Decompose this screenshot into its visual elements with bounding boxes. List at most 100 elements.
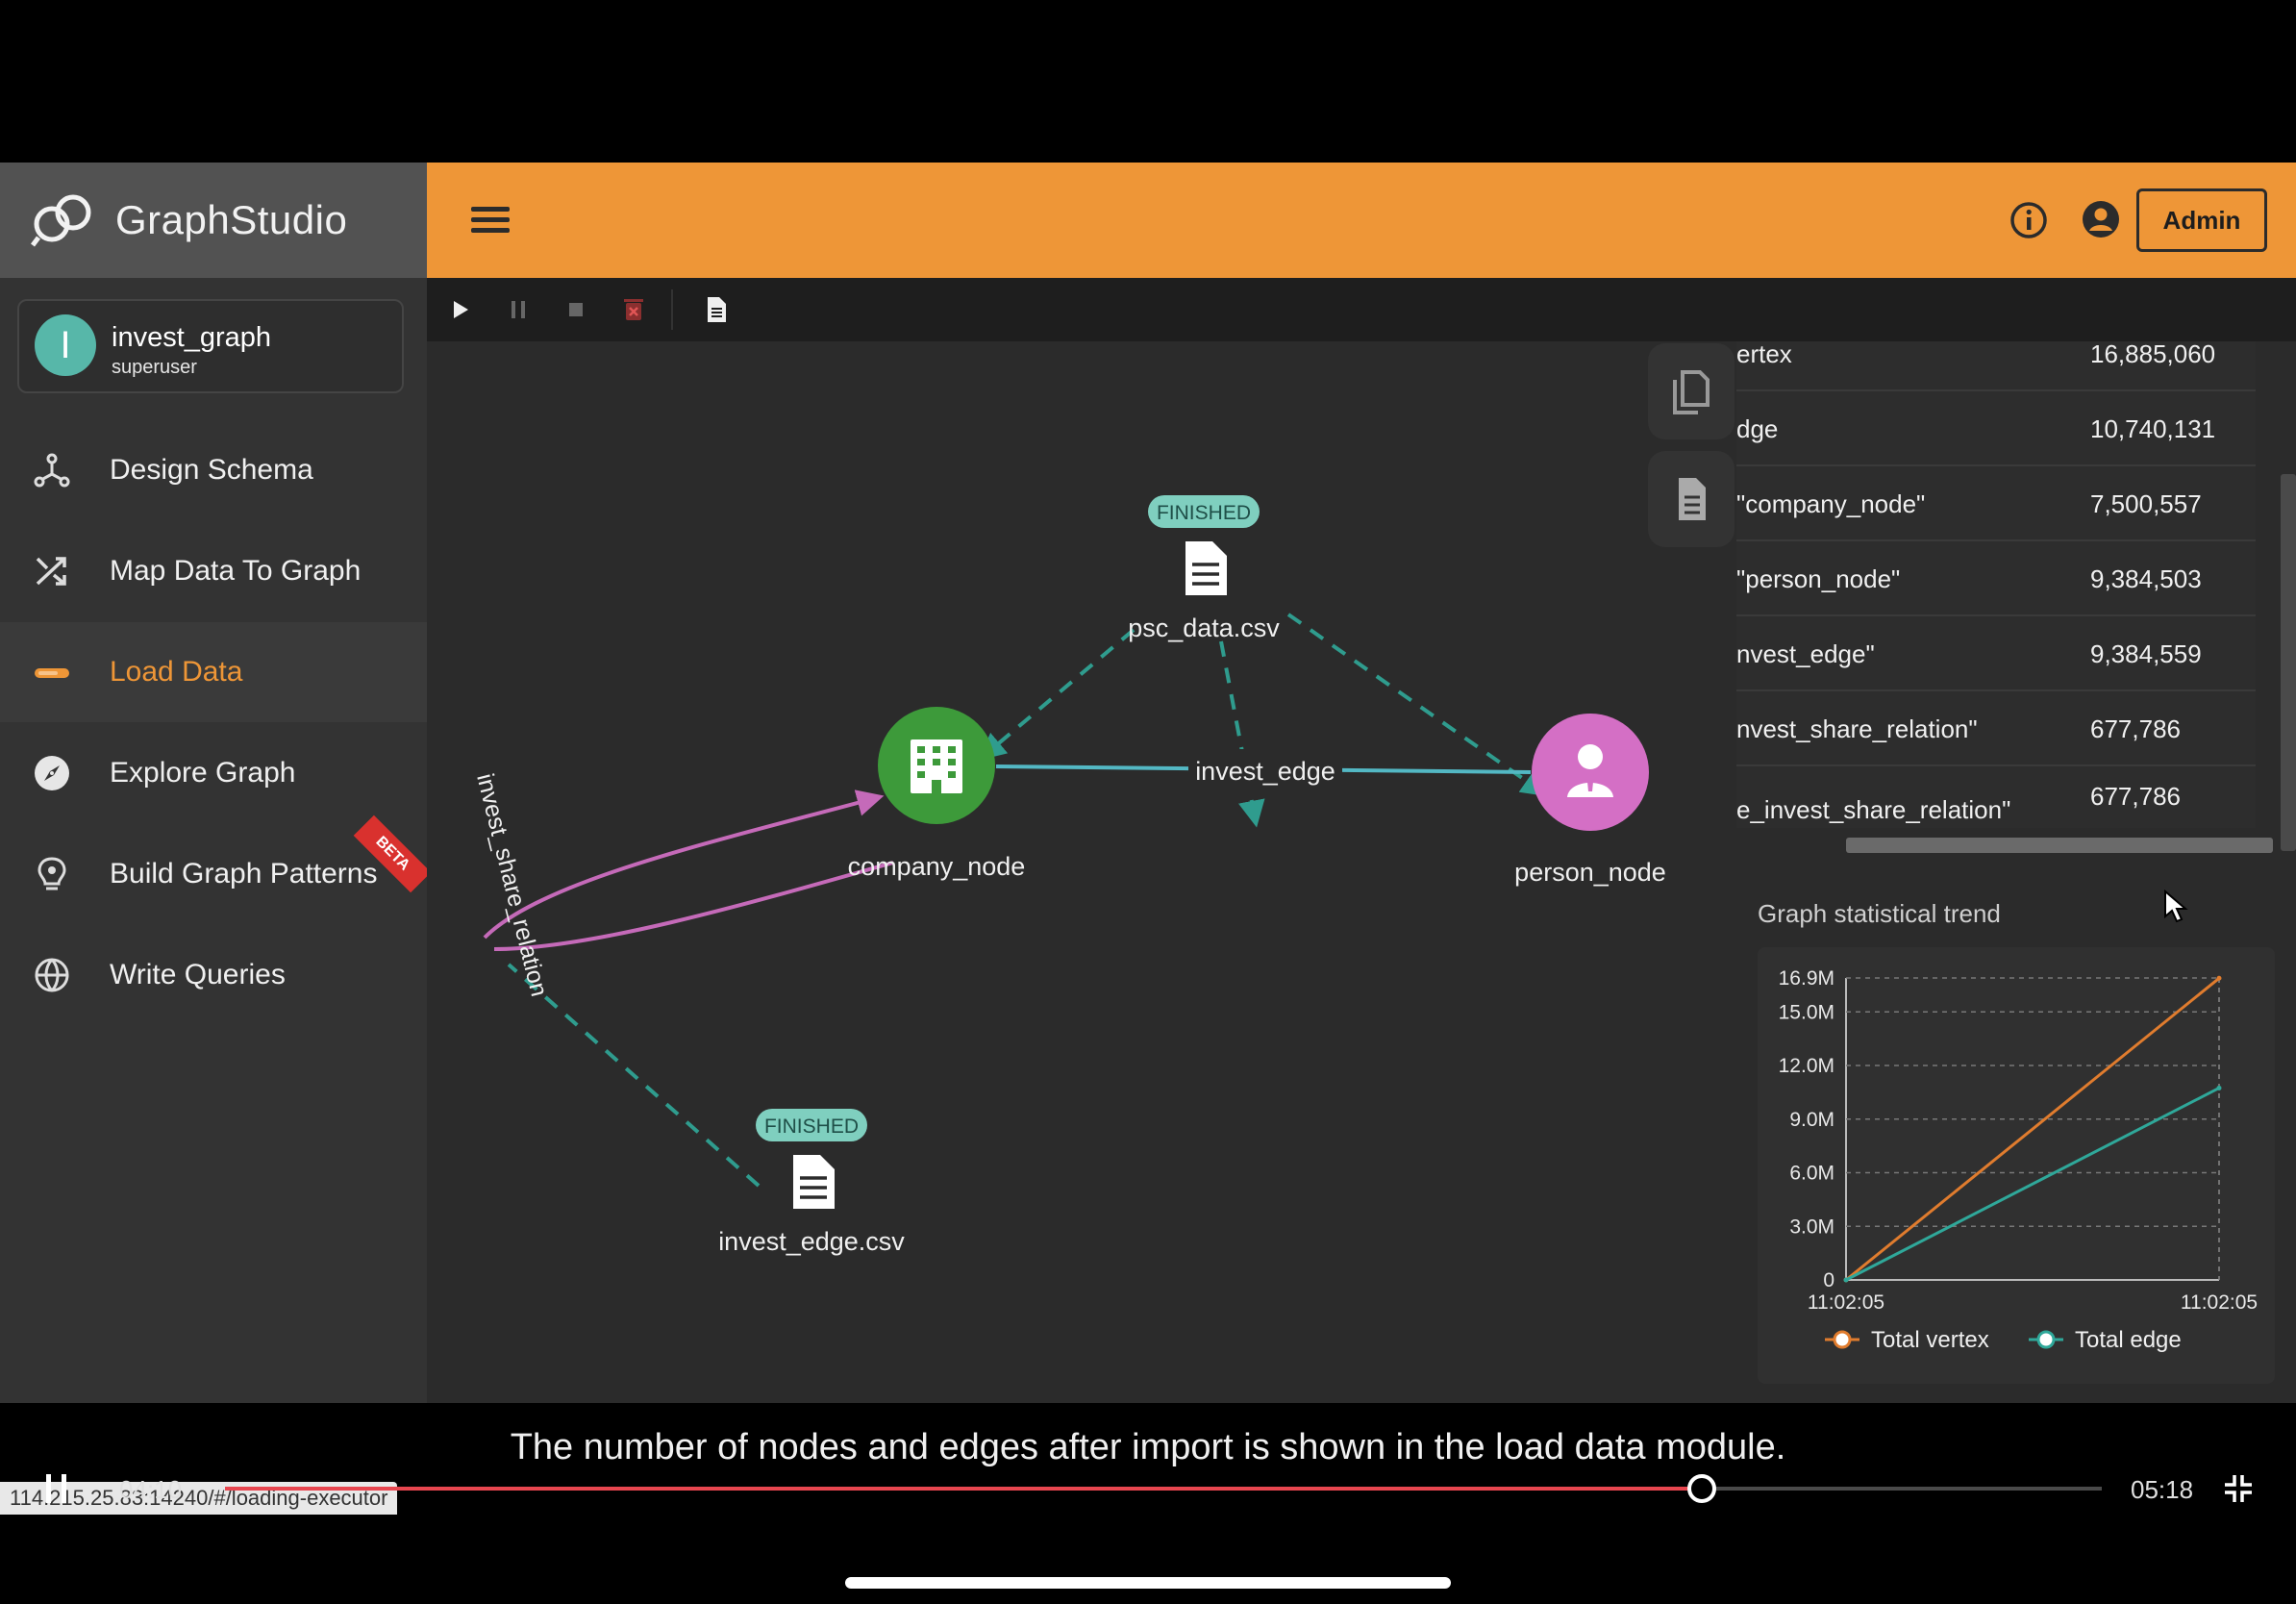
vertical-scrollbar[interactable] bbox=[2281, 474, 2296, 851]
data-point bbox=[2216, 1085, 2222, 1090]
info-icon[interactable] bbox=[2009, 201, 2048, 239]
stop-icon[interactable] bbox=[560, 293, 592, 326]
graphstudio-app: GraphStudio Admin I invest_graph superus… bbox=[0, 163, 2296, 1515]
sidebar-item-design-schema[interactable]: Design Schema bbox=[0, 420, 427, 520]
stat-key: dge bbox=[1736, 414, 1779, 443]
brand-area[interactable]: GraphStudio bbox=[0, 163, 427, 278]
pause-icon[interactable] bbox=[44, 1474, 71, 1503]
copy-button[interactable] bbox=[1648, 343, 1734, 439]
data-mapping-graph[interactable]: invest_edge invest_share_relation compan… bbox=[427, 341, 1736, 1403]
series-line bbox=[1845, 1087, 2220, 1282]
legend-label: Total vertex bbox=[1871, 1327, 1989, 1353]
y-tick-label: 15.0M bbox=[1779, 1001, 1834, 1023]
stat-value: 677,786 bbox=[2090, 714, 2181, 743]
legend-marker bbox=[2036, 1330, 2056, 1349]
graph-selector[interactable]: I invest_graph superuser bbox=[17, 299, 404, 393]
sidebar-item-label: Build Graph Patterns bbox=[110, 858, 378, 890]
home-indicator bbox=[845, 1577, 1451, 1589]
x-tick-label: 11:02:05 bbox=[2181, 1291, 2258, 1314]
stat-value: 10,740,131 bbox=[2090, 414, 2216, 443]
data-point bbox=[2216, 975, 2222, 981]
pause-icon[interactable] bbox=[502, 293, 535, 326]
sidebar-item-load-data[interactable]: Load Data bbox=[0, 622, 427, 722]
y-tick-label: 6.0M bbox=[1789, 1163, 1834, 1185]
table-row: nvest_edge" 9,384,559 bbox=[1736, 616, 2256, 691]
stat-value: 16,885,060 bbox=[2090, 341, 2216, 368]
sidebar-item-map-data[interactable]: Map Data To Graph bbox=[0, 521, 427, 621]
stat-key: e_invest_share_relation" bbox=[1736, 795, 2011, 824]
person-node-label: person_node bbox=[1514, 858, 1666, 887]
y-tick-label: 16.9M bbox=[1779, 967, 1834, 990]
y-tick-label: 3.0M bbox=[1789, 1216, 1834, 1238]
share-relation-loop-out bbox=[483, 789, 885, 940]
y-tick-label: 9.0M bbox=[1789, 1109, 1834, 1131]
stat-key: nvest_edge" bbox=[1736, 639, 1875, 668]
play-icon[interactable] bbox=[444, 293, 477, 326]
video-progress-bar[interactable] bbox=[225, 1474, 2102, 1503]
trend-chart-card: 0 3.0M 6.0M 9.0M 12.0M 15.0M 16.9M 11:02:05 11:0… bbox=[1758, 947, 2275, 1384]
lightbulb-icon bbox=[37, 857, 66, 890]
load-toolbar bbox=[427, 278, 2296, 341]
current-time: 04:10 bbox=[119, 1475, 183, 1504]
video-caption: The number of nodes and edges after impo… bbox=[510, 1427, 1786, 1467]
stat-key: "person_node" bbox=[1736, 564, 1901, 593]
compass-icon bbox=[35, 756, 69, 790]
company-node[interactable] bbox=[878, 707, 995, 824]
sidebar-item-label: Write Queries bbox=[110, 959, 286, 990]
stat-value: 7,500,557 bbox=[2090, 489, 2202, 518]
stat-key: ertex bbox=[1736, 341, 1792, 368]
file-icon bbox=[793, 1155, 835, 1209]
sidebar-item-label: Map Data To Graph bbox=[110, 555, 362, 587]
stats-table[interactable]: ertex 16,885,060 dge 10,740,131 "company_n… bbox=[1736, 341, 2256, 828]
sidebar: I invest_graph superuser Design Schema M… bbox=[0, 278, 432, 1515]
stat-key: nvest_share_relation" bbox=[1736, 714, 1978, 743]
trend-chart[interactable]: 0 3.0M 6.0M 9.0M 12.0M 15.0M 16.9M 11:02:05 11:0… bbox=[1758, 947, 2275, 1384]
file-edge-psc-to-company bbox=[978, 628, 1136, 761]
table-row: ertex 16,885,060 bbox=[1736, 341, 2256, 391]
person-node[interactable] bbox=[1532, 714, 1649, 831]
file-edge-psc-to-invest-edge bbox=[1219, 640, 1265, 828]
account-icon[interactable] bbox=[2081, 199, 2121, 239]
copy-icon bbox=[1673, 370, 1710, 414]
file-view-button[interactable] bbox=[1648, 451, 1734, 547]
stats-panel: ertex 16,885,060 dge 10,740,131 "company_n… bbox=[1736, 341, 2296, 1403]
sidebar-item-label: Explore Graph bbox=[110, 757, 296, 789]
loading-canvas[interactable]: invest_edge invest_share_relation compan… bbox=[427, 341, 1736, 1403]
hamburger-menu-icon[interactable] bbox=[471, 201, 510, 239]
top-bar: Admin bbox=[427, 163, 2296, 278]
horizontal-scrollbar[interactable] bbox=[1846, 838, 2273, 853]
stat-value: 9,384,559 bbox=[2090, 639, 2202, 668]
admin-button[interactable]: Admin bbox=[2136, 188, 2267, 252]
table-row: e_invest_share_relation" 677,786 bbox=[1736, 766, 2256, 828]
legend-label: Total edge bbox=[2075, 1327, 2182, 1353]
delete-icon[interactable] bbox=[617, 293, 650, 326]
brand-name: GraphStudio bbox=[115, 197, 348, 242]
total-time: 05:18 bbox=[2131, 1475, 2194, 1504]
table-row: dge 10,740,131 bbox=[1736, 391, 2256, 466]
stat-key: "company_node" bbox=[1736, 489, 1926, 518]
file-psc-data[interactable]: FINISHED psc_data.csv bbox=[1128, 495, 1280, 642]
table-row: "person_node" 9,384,503 bbox=[1736, 541, 2256, 616]
legend-marker bbox=[1833, 1330, 1852, 1349]
stat-value: 9,384,503 bbox=[2090, 564, 2202, 593]
document-icon bbox=[1679, 478, 1706, 520]
x-tick-label: 11:02:05 bbox=[1808, 1291, 1884, 1314]
stat-value: 677,786 bbox=[2090, 782, 2181, 811]
schema-icon bbox=[34, 453, 70, 488]
progress-knob[interactable] bbox=[1687, 1474, 1717, 1503]
exit-fullscreen-icon[interactable] bbox=[2221, 1471, 2256, 1506]
shuffle-icon bbox=[36, 557, 66, 586]
graph-name: invest_graph bbox=[112, 322, 272, 353]
building-icon bbox=[911, 739, 962, 793]
invest-edge-label[interactable]: invest_edge bbox=[1195, 757, 1335, 786]
sidebar-item-explore-graph[interactable]: Explore Graph bbox=[0, 723, 427, 823]
log-file-icon[interactable] bbox=[700, 293, 733, 326]
sidebar-item-build-graph-patterns[interactable]: Build Graph Patterns BETA bbox=[0, 815, 432, 924]
file-invest-edge[interactable]: FINISHED invest_edge.csv bbox=[718, 1109, 905, 1256]
share-relation-loop-in bbox=[493, 861, 894, 951]
file-name: psc_data.csv bbox=[1128, 614, 1280, 642]
graph-role: superuser bbox=[112, 357, 197, 378]
sidebar-item-label: Load Data bbox=[110, 656, 243, 688]
y-tick-label: 12.0M bbox=[1779, 1055, 1834, 1077]
sidebar-item-write-queries[interactable]: Write Queries bbox=[0, 925, 427, 1025]
